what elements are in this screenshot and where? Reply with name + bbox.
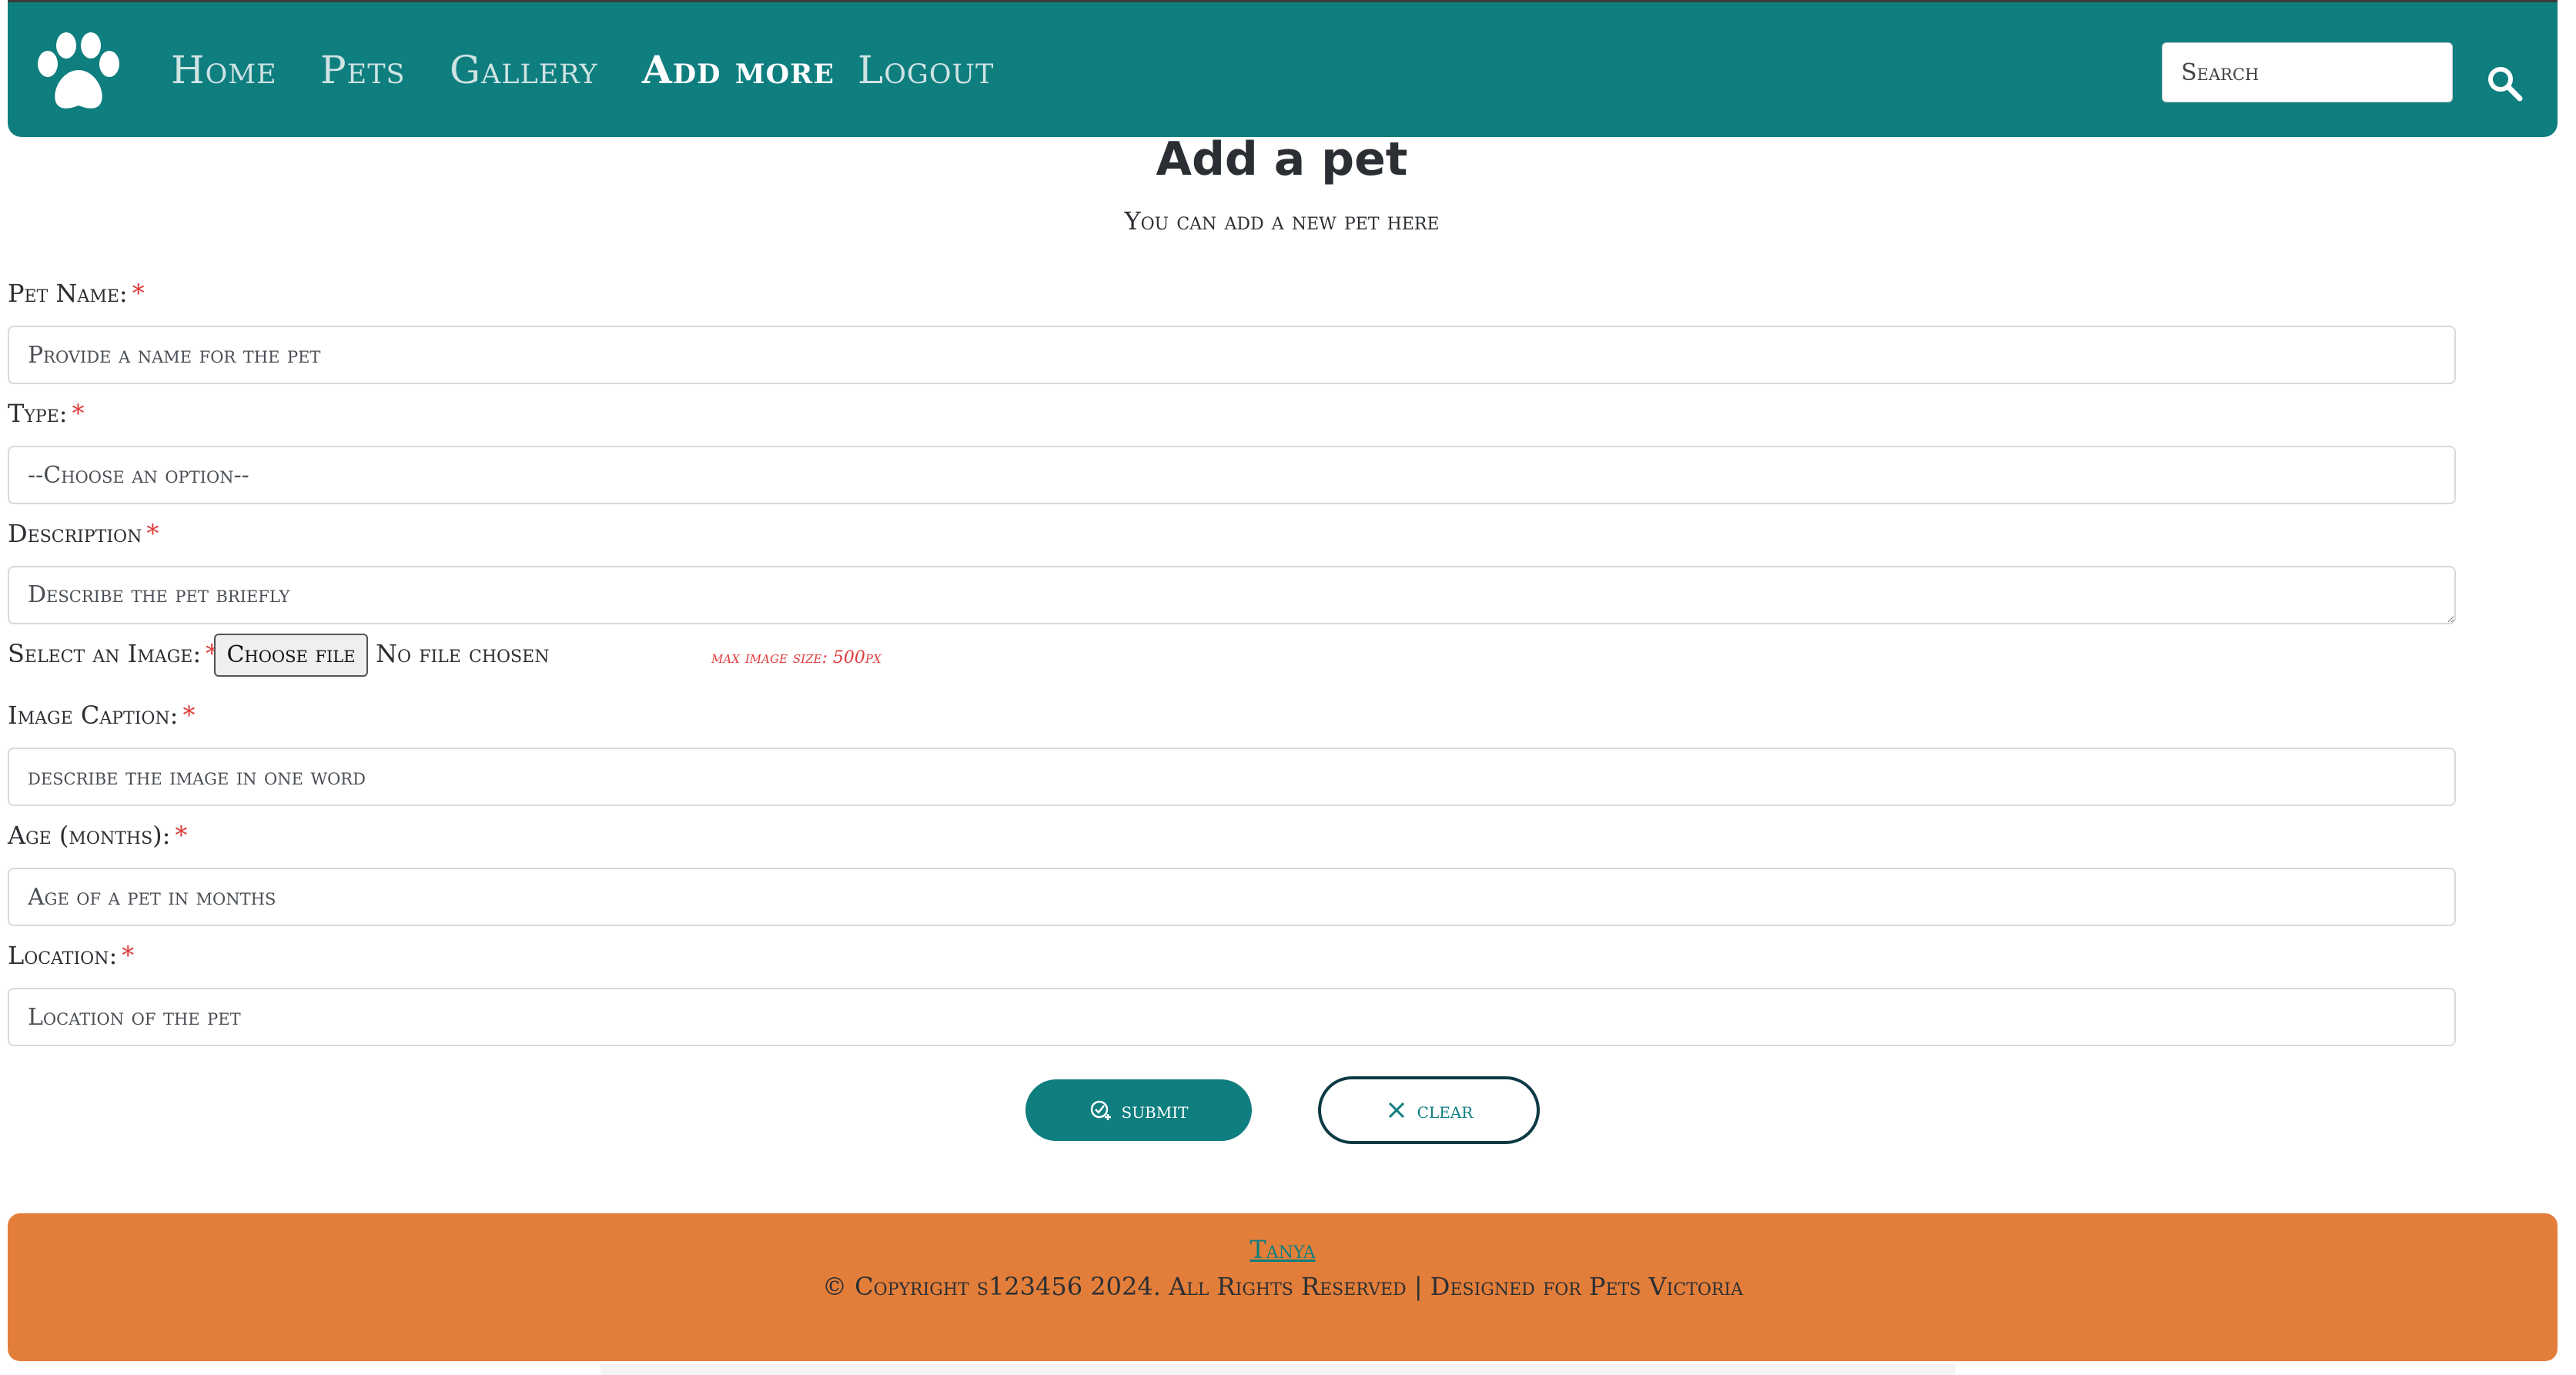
nav-home[interactable]: Home: [171, 47, 277, 93]
footer-copyright: © Copyright s123456 2024. All Rights Res…: [822, 1272, 1743, 1301]
type-select[interactable]: --Choose an option--: [8, 446, 2456, 504]
page-subtitle: You can add a new pet here: [1124, 206, 1440, 236]
caption-input[interactable]: [8, 748, 2456, 806]
nav-logout[interactable]: Logout: [858, 47, 994, 93]
submit-label: submit: [1121, 1097, 1189, 1123]
file-status: No file chosen: [376, 639, 550, 668]
age-input[interactable]: [8, 868, 2456, 926]
location-input[interactable]: [8, 988, 2456, 1046]
footer-author-link[interactable]: Tanya: [8, 1235, 2558, 1264]
caption-label: Image Caption: *: [8, 701, 195, 730]
type-label-text: Type:: [8, 399, 68, 428]
choose-file-button[interactable]: Choose file: [214, 634, 368, 677]
check-circle-icon: [1090, 1100, 1111, 1120]
age-label-text: Age (months):: [8, 821, 171, 850]
description-label: Description *: [8, 519, 159, 548]
search-input[interactable]: [2162, 42, 2453, 102]
footer: Tanya © Copyright s123456 2024. All Righ…: [8, 1213, 2558, 1361]
clear-label: clear: [1417, 1097, 1474, 1123]
close-icon: [1388, 1102, 1404, 1119]
description-textarea[interactable]: [8, 566, 2456, 624]
pet-name-label: Pet Name: *: [8, 279, 145, 308]
submit-button[interactable]: submit: [1025, 1079, 1252, 1141]
required-mark: *: [132, 279, 145, 308]
nav-pets[interactable]: Pets: [320, 47, 406, 93]
pet-name-input[interactable]: [8, 326, 2456, 384]
clear-button[interactable]: clear: [1318, 1076, 1540, 1144]
required-mark: *: [122, 941, 135, 970]
type-label: Type: *: [8, 399, 85, 428]
image-label: Select an Image: *: [8, 639, 218, 668]
location-label: Location: *: [8, 941, 134, 970]
pet-name-label-text: Pet Name:: [8, 279, 128, 308]
age-label: Age (months): *: [8, 821, 187, 850]
required-mark: *: [182, 701, 196, 730]
page-title: Add a pet: [1156, 132, 1408, 186]
max-image-size-note: max image size: 500px: [711, 648, 882, 667]
nav-add-more[interactable]: Add more: [642, 47, 835, 93]
caption-label-text: Image Caption:: [8, 701, 179, 730]
image-label-text: Select an Image:: [8, 639, 202, 668]
location-label-text: Location:: [8, 941, 118, 970]
nav-gallery[interactable]: Gallery: [450, 47, 598, 93]
bottom-strip: [601, 1364, 1955, 1375]
search-icon[interactable]: [2485, 64, 2524, 102]
navbar: Home Pets Gallery Add more Logout: [8, 0, 2558, 137]
required-mark: *: [175, 821, 188, 850]
description-label-text: Description: [8, 519, 142, 548]
required-mark: *: [146, 519, 159, 548]
required-mark: *: [72, 399, 85, 428]
paw-icon[interactable]: [32, 32, 125, 116]
